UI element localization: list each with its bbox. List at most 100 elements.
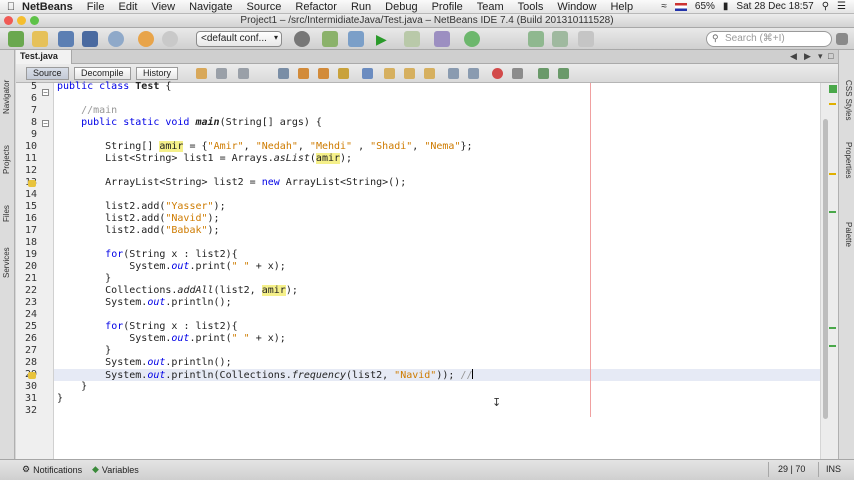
rectangular-selection-icon[interactable] <box>362 68 373 79</box>
code-line[interactable]: } <box>57 393 63 405</box>
line-number[interactable]: 20 <box>16 261 37 273</box>
window-icon[interactable] <box>578 31 594 47</box>
configuration-select[interactable]: <default conf... ▾ <box>196 31 282 47</box>
line-number[interactable]: 26 <box>16 333 37 345</box>
code-line[interactable]: System.out.println(); <box>57 297 231 309</box>
variables-button[interactable]: ◆ Variables <box>92 464 139 475</box>
warning-mark[interactable] <box>829 103 836 105</box>
search-input[interactable]: ⚲ Search (⌘+I) <box>706 31 832 47</box>
line-number[interactable]: 28 <box>16 357 37 369</box>
code-line[interactable]: } <box>57 381 87 393</box>
apple-icon[interactable]:  <box>0 1 22 13</box>
source-mode-button[interactable]: Source <box>26 67 69 80</box>
scroll-right-icon[interactable]: ▶ <box>804 51 811 62</box>
code-line[interactable]: List<String> list1 = Arrays.asList(amir)… <box>57 153 352 165</box>
flag-icon[interactable] <box>674 2 687 11</box>
spotlight-icon[interactable]: ⚲ <box>822 1 829 12</box>
line-number[interactable]: 14 <box>16 189 37 201</box>
change-mark[interactable] <box>829 345 836 347</box>
file-tab-test-java[interactable]: Test.java <box>16 50 72 64</box>
debug-icon[interactable] <box>404 31 420 47</box>
code-line[interactable]: list2.add("Babak"); <box>57 225 219 237</box>
apply-code-icon[interactable] <box>464 31 480 47</box>
code-line[interactable]: System.out.println(); <box>57 357 231 369</box>
battery-percent[interactable]: 65% <box>695 1 715 12</box>
find-next-icon[interactable] <box>318 68 329 79</box>
line-number[interactable]: 8 <box>16 117 37 129</box>
line-number[interactable]: 25 <box>16 321 37 333</box>
last-edit-icon[interactable] <box>196 68 207 79</box>
menu-source[interactable]: Source <box>247 1 282 13</box>
save-all-icon[interactable] <box>82 31 98 47</box>
line-number[interactable]: 16 <box>16 213 37 225</box>
code-line[interactable]: ArrayList<String> list2 = new ArrayList<… <box>57 177 406 189</box>
undo-icon[interactable] <box>138 31 154 47</box>
line-number[interactable]: 6 <box>16 93 37 105</box>
menu-clock[interactable]: Sat 28 Dec 18:57 <box>736 1 813 12</box>
code-line[interactable]: Collections.addAll(list2, amir); <box>57 285 298 297</box>
stop-macro-icon[interactable] <box>512 68 523 79</box>
code-line[interactable]: System.out.print(" " + x); <box>57 333 286 345</box>
line-number[interactable]: 24 <box>16 309 37 321</box>
line-number[interactable]: 27 <box>16 345 37 357</box>
warning-icon[interactable] <box>28 180 36 187</box>
vertical-scrollbar-thumb[interactable] <box>823 119 828 419</box>
line-number[interactable]: 5 <box>16 81 37 93</box>
menu-help[interactable]: Help <box>610 1 633 13</box>
line-number[interactable]: 30 <box>16 381 37 393</box>
fold-toggle-icon[interactable]: – <box>42 89 49 96</box>
line-number[interactable]: 11 <box>16 153 37 165</box>
hint-bulb-icon[interactable] <box>28 372 36 379</box>
memory-icon[interactable] <box>552 31 568 47</box>
fold-toggle-icon[interactable]: – <box>42 120 49 127</box>
decompile-mode-button[interactable]: Decompile <box>74 67 131 80</box>
code-line[interactable]: } <box>57 273 111 285</box>
line-number[interactable]: 7 <box>16 105 37 117</box>
find-previous-icon[interactable] <box>298 68 309 79</box>
insert-mode[interactable]: INS <box>826 464 841 474</box>
globe-icon[interactable] <box>108 31 124 47</box>
line-number[interactable]: 18 <box>16 237 37 249</box>
previous-bookmark-icon[interactable] <box>384 68 395 79</box>
menu-navigate[interactable]: Navigate <box>189 1 232 13</box>
code-line[interactable]: } <box>57 345 111 357</box>
notification-center-icon[interactable]: ☰ <box>837 1 846 12</box>
line-number[interactable]: 19 <box>16 249 37 261</box>
start-macro-icon[interactable] <box>492 68 503 79</box>
next-bookmark-icon[interactable] <box>404 68 415 79</box>
code-line[interactable]: public class Test { <box>57 81 171 93</box>
line-number[interactable]: 31 <box>16 393 37 405</box>
uncomment-icon[interactable] <box>558 68 569 79</box>
redo-icon[interactable] <box>162 31 178 47</box>
tab-list-icon[interactable]: ▾ <box>818 51 823 62</box>
line-number[interactable]: 9 <box>16 129 37 141</box>
code-line[interactable]: list2.add("Yasser"); <box>57 201 225 213</box>
line-number[interactable]: 10 <box>16 141 37 153</box>
menu-file[interactable]: File <box>87 1 105 13</box>
scroll-left-icon[interactable]: ◀ <box>790 51 797 62</box>
toggle-highlight-icon[interactable] <box>338 68 349 79</box>
notifications-button[interactable]: ⚙ Notifications <box>22 464 82 475</box>
comment-icon[interactable] <box>538 68 549 79</box>
line-number[interactable]: 21 <box>16 273 37 285</box>
menu-window[interactable]: Window <box>557 1 596 13</box>
toggle-bookmark-icon[interactable] <box>424 68 435 79</box>
code-line[interactable]: //main <box>57 105 117 117</box>
menu-view[interactable]: View <box>151 1 175 13</box>
status-ok-icon[interactable] <box>829 85 837 93</box>
menu-refactor[interactable]: Refactor <box>295 1 337 13</box>
code-line[interactable]: public static void main(String[] args) { <box>57 117 322 129</box>
line-number[interactable]: 12 <box>16 165 37 177</box>
wifi-icon[interactable]: ≈ <box>661 1 667 12</box>
code-line[interactable]: for(String x : list2){ <box>57 321 237 333</box>
caret-position[interactable]: 29 | 70 <box>778 464 805 474</box>
code-line[interactable]: System.out.print(" " + x); <box>57 261 286 273</box>
app-menu-name[interactable]: NetBeans <box>22 1 73 13</box>
line-number[interactable]: 32 <box>16 405 37 417</box>
new-project-icon[interactable] <box>8 31 24 47</box>
menu-run[interactable]: Run <box>351 1 371 13</box>
history-mode-button[interactable]: History <box>136 67 179 80</box>
maximize-editor-icon[interactable] <box>836 33 848 45</box>
change-mark[interactable] <box>829 327 836 329</box>
open-project-icon[interactable] <box>58 31 74 47</box>
